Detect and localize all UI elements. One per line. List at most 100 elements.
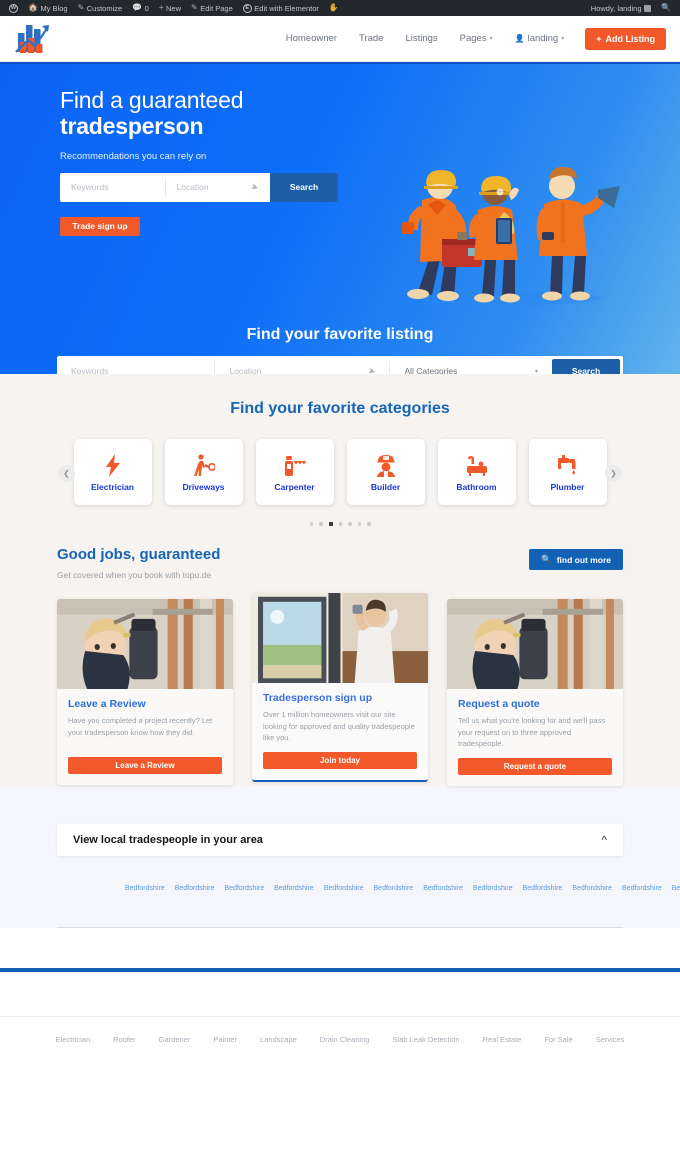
- accordion-header[interactable]: View local tradespeople in your area ^: [57, 823, 623, 856]
- trade-signup-button[interactable]: Trade sign up: [60, 216, 140, 236]
- region-link[interactable]: Bedfordshire: [523, 885, 563, 892]
- nav-item-listings[interactable]: Listings: [394, 33, 448, 44]
- listing-category-select[interactable]: All Categories ▾: [390, 366, 552, 374]
- region-link[interactable]: Bedfordshire: [224, 885, 264, 892]
- locate-arrow-icon[interactable]: ➤: [366, 365, 377, 374]
- admin-item-customize[interactable]: ✎ Customize: [73, 0, 128, 16]
- region-link[interactable]: Bedfordshire: [572, 885, 612, 892]
- request-a-quote-button[interactable]: Request a quote: [458, 757, 612, 775]
- category-card-driveways[interactable]: Driveways: [164, 439, 243, 505]
- chart-logo-icon: [15, 24, 49, 53]
- region-link[interactable]: Bedfordshire: [175, 885, 215, 892]
- join-today-button[interactable]: Join today: [263, 751, 417, 769]
- listing-location-input[interactable]: Location ➤: [215, 365, 389, 374]
- region-link[interactable]: Bedfordshire: [473, 885, 513, 892]
- locate-arrow-icon[interactable]: ➤: [250, 181, 260, 194]
- wordpress-logo-icon: W: [9, 3, 18, 13]
- wp-logo-button[interactable]: W: [4, 0, 23, 16]
- region-link[interactable]: Bedfordshire: [622, 885, 662, 892]
- footer-link[interactable]: Roofer: [113, 1035, 136, 1044]
- find-out-more-button[interactable]: 🔍 find out more: [529, 549, 623, 570]
- nav-item-trade[interactable]: Trade: [348, 33, 394, 44]
- footer-upper: [0, 972, 680, 1017]
- leave-a-review-button[interactable]: Leave a Review: [68, 757, 222, 774]
- local-tradespeople-section: View local tradespeople in your area ^ B…: [0, 785, 680, 929]
- nav-item-pages[interactable]: Pages ▾: [449, 33, 504, 44]
- promo-card-leave-a-review[interactable]: Leave a Review Have you completed a proj…: [57, 599, 233, 785]
- carousel-next-button[interactable]: ❯: [605, 465, 622, 482]
- admin-howdy[interactable]: Howdy, landing: [586, 0, 656, 16]
- carousel-dot-active[interactable]: [328, 522, 333, 526]
- footer-link[interactable]: Painter: [213, 1035, 237, 1044]
- carousel-dot[interactable]: [348, 522, 352, 526]
- site-logo[interactable]: [14, 19, 60, 59]
- add-listing-button[interactable]: + Add Listing: [585, 27, 666, 50]
- admin-item-edit-with-elementor[interactable]: E Edit with Elementor: [238, 0, 324, 16]
- region-link[interactable]: Bedfordshire: [324, 885, 364, 892]
- good-jobs-title-plain: Good jobs,: [57, 546, 136, 563]
- footer-link[interactable]: Real Estate: [483, 1035, 522, 1044]
- hero-section: Find a guaranteed tradesperson Recommend…: [0, 62, 680, 374]
- footer-links: Electrician Roofer Gardener Painter Landscap…: [0, 1017, 680, 1044]
- category-card-plumber[interactable]: Plumber: [528, 439, 607, 505]
- footer-link[interactable]: Services: [596, 1035, 625, 1044]
- category-card-builder[interactable]: Builder: [346, 439, 425, 505]
- carousel-dot[interactable]: [319, 522, 323, 526]
- promo-card-request-a-quote[interactable]: Request a quote Tell us what you're look…: [447, 599, 623, 786]
- promo-card-tradesperson-sign-up[interactable]: Tradesperson sign up Over 1 million home…: [252, 593, 428, 782]
- search-plus-icon: 🔍: [541, 554, 552, 564]
- admin-item-new[interactable]: + New: [154, 0, 186, 16]
- listing-category-value: All Categories: [404, 366, 458, 374]
- category-card-bathroom[interactable]: Bathroom: [437, 439, 516, 505]
- hero-title-line1: Find a guaranteed: [60, 87, 244, 113]
- nav-label: Pages: [459, 33, 487, 44]
- carousel-dot[interactable]: [367, 522, 371, 526]
- footer-link[interactable]: Drain Cleaning: [320, 1035, 370, 1044]
- admin-item-comments[interactable]: 💬 0: [127, 0, 154, 16]
- listing-location-placeholder: Location: [229, 366, 262, 374]
- region-links: Bedfordshire Bedfordshire Bedfordshire Bedf…: [120, 870, 680, 901]
- footer-link[interactable]: Electrician: [56, 1035, 91, 1044]
- admin-item-my-blog[interactable]: 🏠 My Blog: [23, 0, 73, 16]
- admin-search-button[interactable]: 🔍: [656, 0, 676, 16]
- region-link[interactable]: Bedfordshire: [423, 885, 463, 892]
- categories-title: Find your favorite categories: [230, 400, 450, 417]
- footer-link[interactable]: For Sale: [544, 1035, 572, 1044]
- hero-location-placeholder: Location: [176, 182, 209, 192]
- good-jobs-title-accent: guaranteed: [139, 546, 221, 563]
- category-card-carpenter[interactable]: Carpenter: [255, 439, 334, 505]
- nav-item-homeowner[interactable]: Homeowner: [275, 33, 348, 44]
- hero-search-button[interactable]: Search: [270, 172, 338, 202]
- hero-location-input[interactable]: Location ➤: [166, 173, 271, 202]
- promo-cards: Leave a Review Have you completed a proj…: [57, 593, 623, 786]
- category-card-electrician[interactable]: Electrician: [73, 439, 152, 505]
- carousel-dot[interactable]: [357, 522, 361, 526]
- promo-card-body: Have you completed a project recently? L…: [68, 716, 213, 737]
- hero-keywords-input[interactable]: Keywords: [60, 173, 165, 202]
- chevron-down-icon: ▾: [561, 36, 565, 42]
- footer-link[interactable]: Landscape: [260, 1035, 297, 1044]
- admin-item-label: Edit with Elementor: [254, 3, 319, 13]
- wp-admin-bar: W 🏠 My Blog ✎ Customize 💬 0 + New ✎ Edit…: [0, 0, 680, 16]
- admin-item-edit-page[interactable]: ✎ Edit Page: [186, 0, 238, 16]
- region-link[interactable]: Bedfordshire: [374, 885, 414, 892]
- admin-item-hand[interactable]: ✋: [324, 0, 344, 16]
- howdy-label: Howdy, landing: [590, 3, 642, 13]
- category-label: Builder: [370, 481, 401, 492]
- carousel-dot[interactable]: [338, 522, 342, 526]
- carousel-prev-button[interactable]: ❮: [58, 465, 75, 482]
- listing-search-button[interactable]: Search: [552, 359, 620, 374]
- chevron-up-icon[interactable]: ^: [601, 833, 607, 847]
- region-link[interactable]: Bedfordshire: [274, 885, 314, 892]
- nav-label: Trade: [358, 33, 384, 44]
- region-link[interactable]: Bedfordshire: [125, 885, 165, 892]
- hero-title: Find a guaranteed tradesperson: [60, 87, 680, 140]
- hero-title-line2: tradesperson: [60, 112, 204, 139]
- footer-link[interactable]: Gardener: [159, 1035, 191, 1044]
- listing-keywords-input[interactable]: Keywords: [57, 366, 214, 374]
- region-link[interactable]: Bedfordshire: [672, 885, 680, 892]
- nav-item-landing-account[interactable]: 👤 landing ▾: [504, 33, 576, 44]
- admin-item-label: Edit Page: [200, 3, 233, 13]
- carousel-dot[interactable]: [309, 522, 313, 526]
- footer-link[interactable]: Slab Leak Detection: [392, 1035, 459, 1044]
